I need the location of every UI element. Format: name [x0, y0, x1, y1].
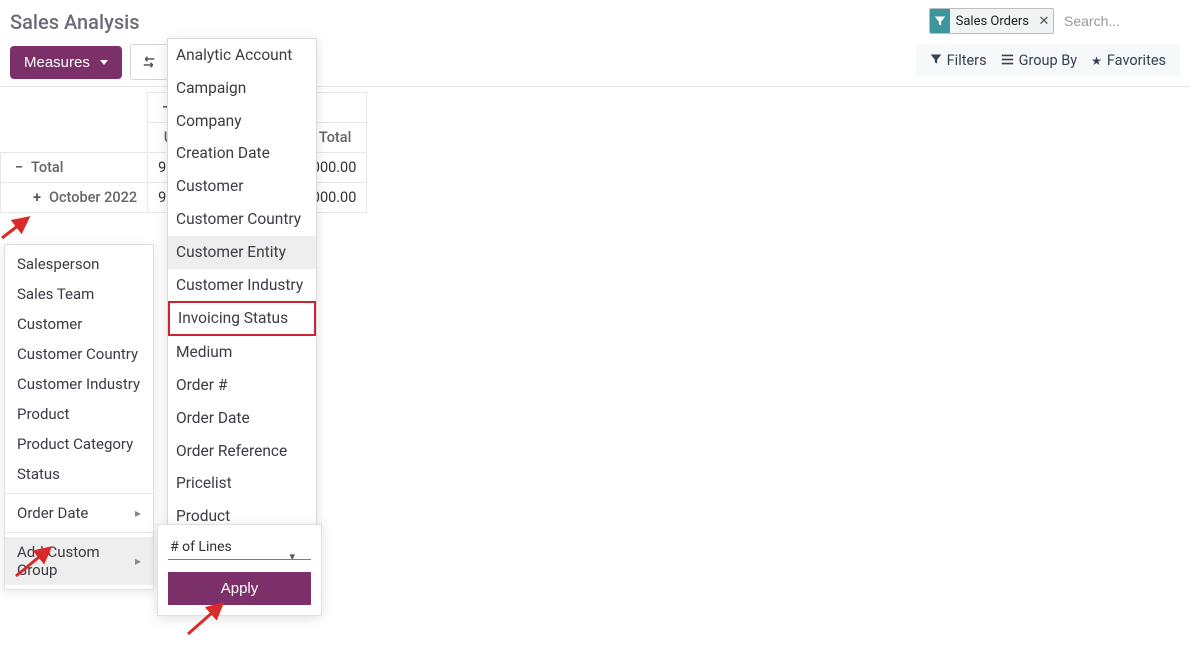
close-icon[interactable]: ✕ [1035, 14, 1053, 29]
groupby-option-sales-team[interactable]: Sales Team [5, 279, 153, 309]
custom-group-field-select[interactable]: # of Lines [168, 535, 311, 560]
field-option[interactable]: Invoicing Status [168, 301, 316, 336]
groupby-dropdown[interactable]: Group By [1001, 52, 1078, 69]
groupby-add-custom-group[interactable]: Add Custom Group ▸ [5, 537, 153, 585]
filters-label: Filters [947, 52, 987, 69]
chevron-right-icon: ▸ [135, 554, 141, 568]
expand-icon[interactable]: + [29, 190, 45, 206]
apply-button[interactable]: Apply [168, 572, 311, 605]
search-input[interactable] [1060, 9, 1180, 33]
groupby-option-order-date[interactable]: Order Date ▸ [5, 498, 153, 528]
collapse-icon[interactable]: − [11, 160, 27, 176]
groupby-option-customer-industry[interactable]: Customer Industry [5, 369, 153, 399]
field-option[interactable]: Order Reference [168, 435, 316, 468]
field-dropdown-list[interactable]: Analytic AccountCampaignCompanyCreation … [167, 38, 317, 528]
list-icon [1001, 53, 1014, 69]
star-icon: ★ [1091, 54, 1102, 68]
field-option[interactable]: Customer Industry [168, 269, 316, 302]
add-custom-group-panel: # of Lines ▾ Apply [157, 524, 322, 616]
field-option[interactable]: Pricelist [168, 467, 316, 500]
search-facet-sales-orders[interactable]: Sales Orders ✕ [929, 8, 1054, 34]
field-option[interactable]: Medium [168, 336, 316, 369]
filter-icon [930, 9, 950, 33]
annotation-arrow [0, 212, 40, 242]
field-option[interactable]: Customer Country [168, 203, 316, 236]
groupby-option-status[interactable]: Status [5, 459, 153, 489]
filters-dropdown[interactable]: Filters [930, 52, 987, 69]
field-option[interactable]: Campaign [168, 72, 316, 105]
groupby-submenu[interactable]: Salesperson Sales Team Customer Customer… [4, 244, 154, 590]
separator [5, 493, 153, 494]
field-option[interactable]: Company [168, 105, 316, 138]
funnel-icon [930, 53, 942, 68]
groupby-option-product-category[interactable]: Product Category [5, 429, 153, 459]
field-option[interactable]: Creation Date [168, 137, 316, 170]
field-option[interactable]: Product [168, 500, 316, 527]
field-option[interactable]: Customer [168, 170, 316, 203]
search-area: Sales Orders ✕ [929, 8, 1180, 34]
favorites-dropdown[interactable]: ★ Favorites [1091, 52, 1166, 69]
favorites-label: Favorites [1107, 52, 1166, 69]
groupby-option-customer[interactable]: Customer [5, 309, 153, 339]
field-option[interactable]: Customer Entity [168, 236, 316, 269]
facet-label: Sales Orders [950, 14, 1035, 29]
caret-down-icon [100, 60, 108, 65]
field-option[interactable]: Order Date [168, 402, 316, 435]
groupby-option-product[interactable]: Product [5, 399, 153, 429]
measures-label: Measures [24, 54, 90, 71]
separator [5, 532, 153, 533]
groupby-option-salesperson[interactable]: Salesperson [5, 249, 153, 279]
measures-button[interactable]: Measures [10, 46, 122, 79]
field-option[interactable]: Analytic Account [168, 39, 316, 72]
field-option[interactable]: Order # [168, 369, 316, 402]
groupby-label: Group By [1019, 52, 1078, 69]
groupby-option-customer-country[interactable]: Customer Country [5, 339, 153, 369]
flip-axis-button[interactable] [130, 44, 168, 80]
chevron-right-icon: ▸ [135, 506, 141, 520]
page-title: Sales Analysis [10, 10, 140, 34]
